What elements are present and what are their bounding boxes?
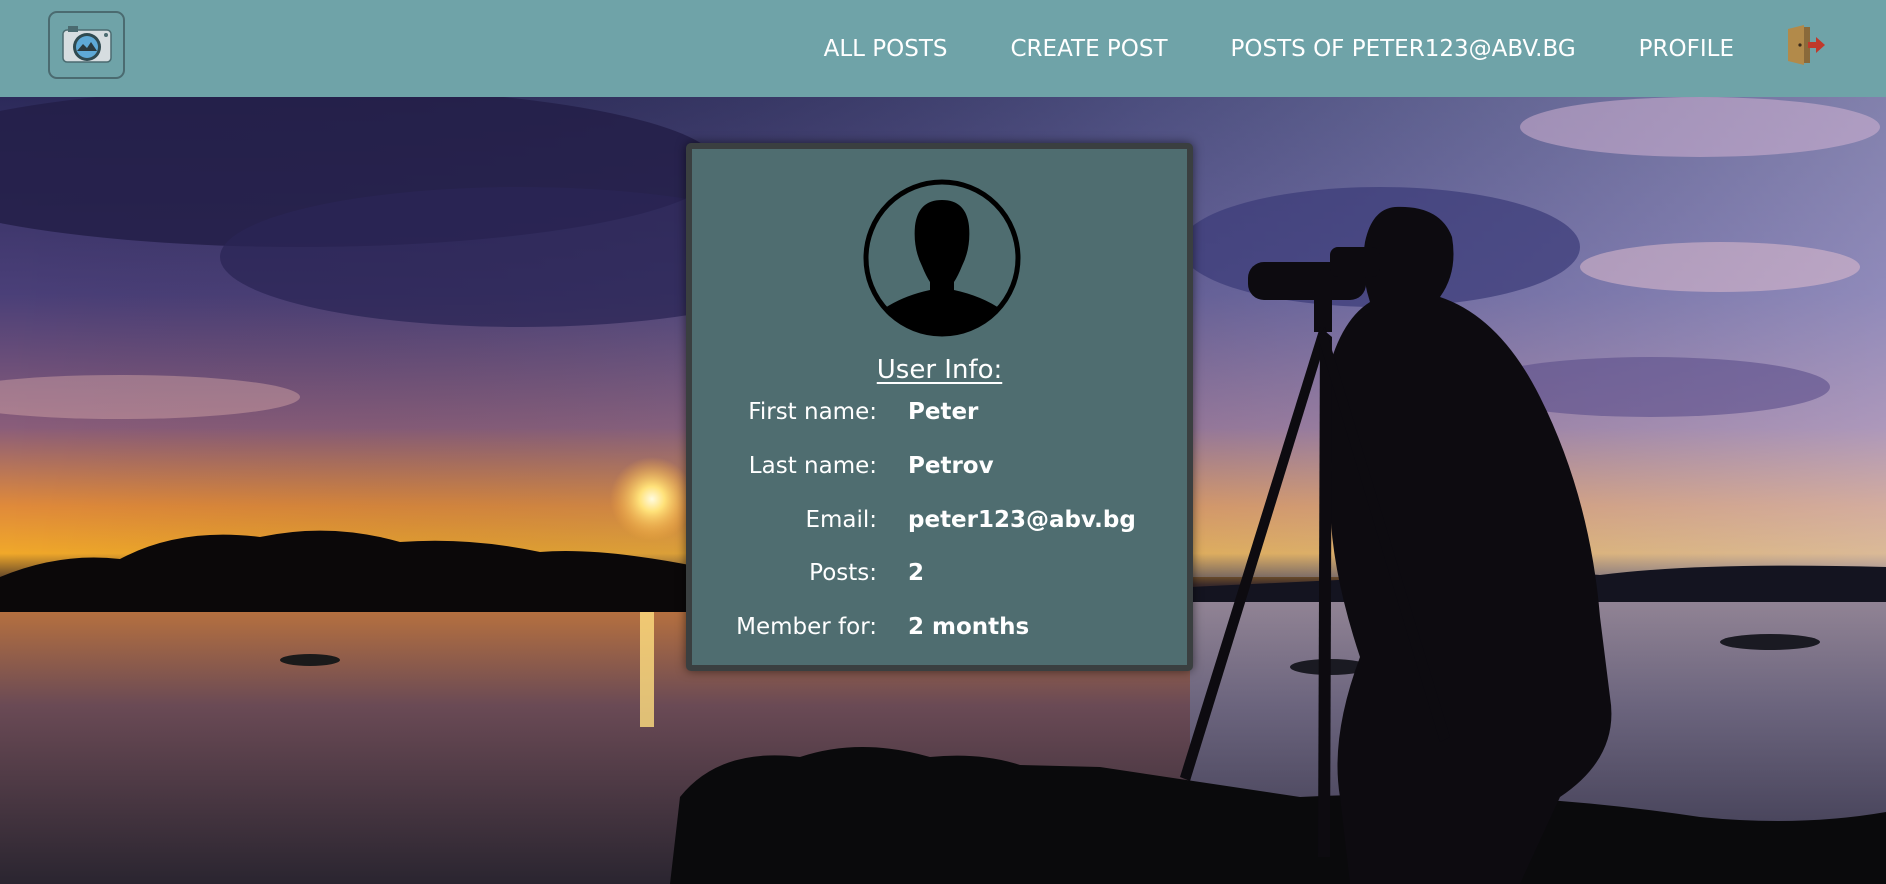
info-label: Posts: (809, 560, 877, 586)
top-navbar: ALL POSTS CREATE POST POSTS OF PETER123@… (0, 0, 1886, 97)
info-row-last-name: Last name: Petrov (692, 453, 1187, 483)
info-label: First name: (748, 399, 877, 425)
info-label: Email: (805, 507, 877, 533)
user-info-title: User Info: (876, 355, 1003, 385)
door-exit-icon (1788, 25, 1825, 65)
info-value: 2 (908, 560, 925, 586)
info-row-member-for: Member for: 2 months (692, 614, 1187, 644)
info-value: peter123@abv.bg (908, 507, 1136, 533)
profile-page: ALL POSTS CREATE POST POSTS OF PETER123@… (0, 0, 1886, 884)
nav-all-posts[interactable]: ALL POSTS (824, 36, 948, 62)
info-label: Last name: (748, 453, 877, 479)
nav-create-post[interactable]: CREATE POST (1011, 36, 1168, 62)
info-value: Petrov (908, 453, 994, 479)
info-label: Member for: (736, 614, 877, 640)
info-row-posts: Posts: 2 (692, 560, 1187, 590)
info-value: Peter (908, 399, 979, 425)
nav-profile[interactable]: PROFILE (1639, 36, 1734, 62)
main-nav: ALL POSTS CREATE POST POSTS OF PETER123@… (824, 0, 1886, 97)
info-row-email: Email: peter123@abv.bg (692, 507, 1187, 537)
logout-button[interactable] (1784, 23, 1826, 67)
info-value: 2 months (908, 614, 1030, 640)
home-logo-button[interactable] (48, 11, 125, 79)
info-row-first-name: First name: Peter (692, 399, 1187, 429)
camera-icon (62, 26, 112, 63)
user-silhouette-icon (863, 179, 1021, 337)
user-info-card: User Info: First name: Peter Last name: … (686, 143, 1193, 671)
nav-my-posts[interactable]: POSTS OF PETER123@ABV.BG (1231, 36, 1576, 62)
